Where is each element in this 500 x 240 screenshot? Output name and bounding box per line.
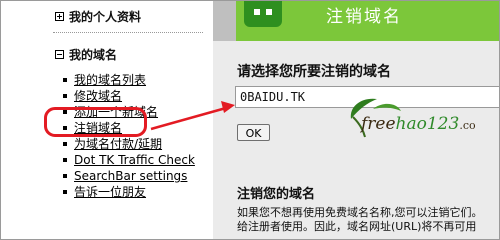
watermark-text: freehao123.com: [359, 114, 475, 134]
screenshot-frame: 我的个人资料 我的域名 我的域名列表 修改域名 添加一个新域名 注销域名 为域名…: [0, 0, 500, 240]
freehao123-watermark-logo: freehao123.com: [350, 98, 475, 138]
